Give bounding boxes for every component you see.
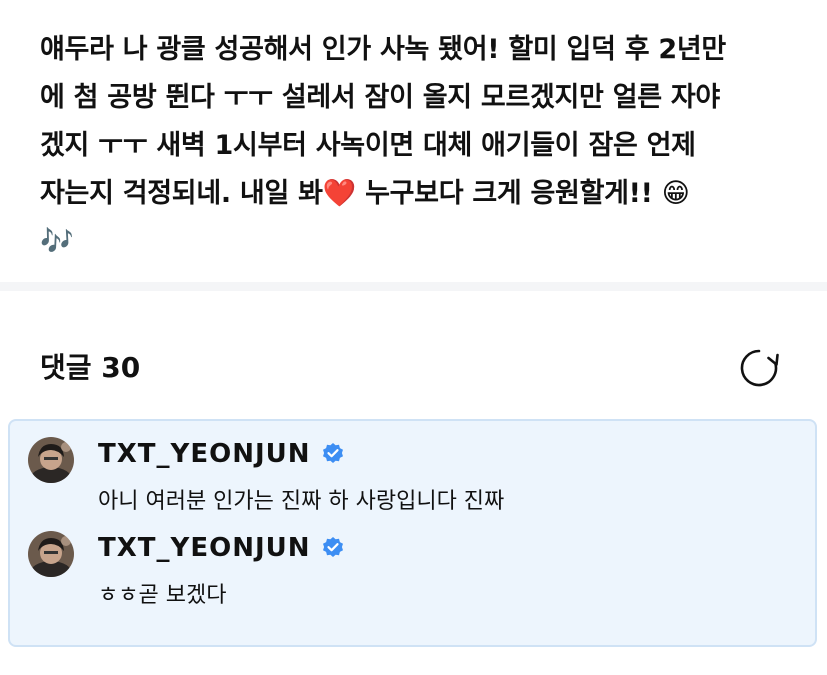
post: 얘두라 나 광클 성공해서 인가 사녹 됐어! 할미 입덕 후 2년만 에 첨 … xyxy=(0,0,827,282)
avatar[interactable] xyxy=(28,437,74,483)
comment-author[interactable]: TXT_YEONJUN xyxy=(98,531,345,565)
post-body: 얘두라 나 광클 성공해서 인가 사녹 됐어! 할미 입덕 후 2년만 에 첨 … xyxy=(40,34,726,257)
comment-author[interactable]: TXT_YEONJUN xyxy=(98,437,345,471)
comment-text: 아니 여러분 인가는 진짜 하 사랑입니다 진짜 xyxy=(98,489,505,514)
comment-text: ㅎㅎ곧 보겠다 xyxy=(98,583,227,608)
comments-count-title: 댓글 30 xyxy=(40,351,141,384)
refresh-button[interactable] xyxy=(738,347,780,389)
author-name[interactable]: TXT_YEONJUN xyxy=(98,531,311,565)
verified-badge-icon xyxy=(322,537,343,557)
refresh-icon xyxy=(740,349,779,387)
pinned-comments-box: TXT_YEONJUN 아니 여러분 인가는 진짜 하 사랑입니다 진짜 TXT… xyxy=(8,419,817,647)
verified-badge-icon xyxy=(322,443,343,463)
avatar[interactable] xyxy=(28,531,74,577)
section-divider xyxy=(0,282,827,291)
author-name[interactable]: TXT_YEONJUN xyxy=(98,437,311,471)
